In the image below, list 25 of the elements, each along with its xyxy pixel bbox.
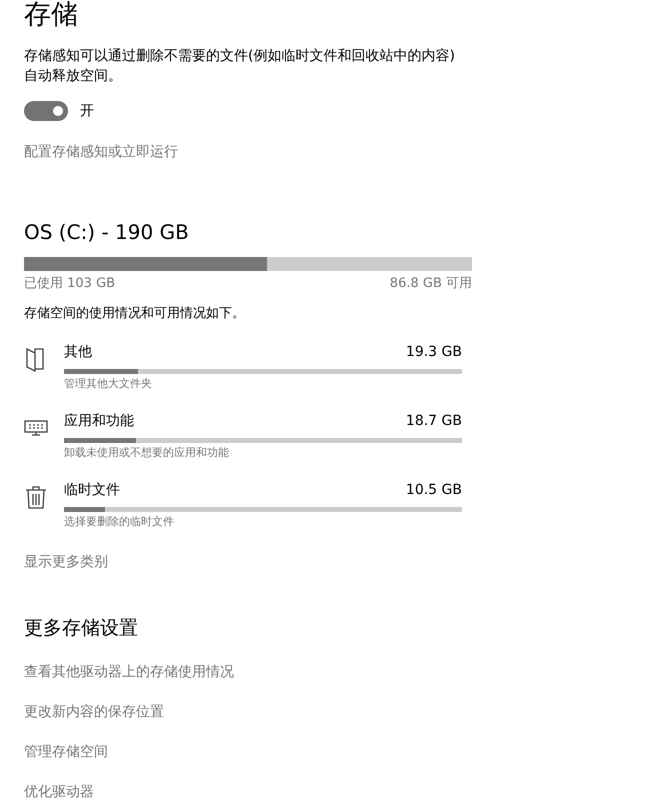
category-hint: 选择要删除的临时文件 <box>64 514 175 529</box>
category-name[interactable]: 其他 <box>64 342 92 362</box>
toggle-switch[interactable] <box>24 101 68 121</box>
used-label: 已使用 103 GB <box>24 275 116 292</box>
description-text: 存储感知可以通过删除不需要的文件(例如临时文件和回收站中的内容)自动释放空间。 <box>24 47 456 86</box>
free-label: 86.8 GB 可用 <box>390 275 472 292</box>
settings-link[interactable]: 优化驱动器 <box>24 783 94 801</box>
category-hint: 管理其他大文件夹 <box>64 376 153 391</box>
show-more-link[interactable]: 显示更多类别 <box>24 553 108 571</box>
trash-icon <box>24 484 48 510</box>
description-text: 存储空间的使用情况和可用情况如下。 <box>24 305 246 322</box>
category-size: 10.5 GB <box>406 481 462 500</box>
category-name[interactable]: 应用和功能 <box>64 411 134 431</box>
category-size: 18.7 GB <box>406 412 462 431</box>
settings-link[interactable]: 更改新内容的保存位置 <box>24 703 164 721</box>
toggle-label: 开 <box>80 102 94 120</box>
section-heading: 更多存储设置 <box>24 616 139 641</box>
settings-link[interactable]: 查看其他驱动器上的存储使用情况 <box>24 663 234 681</box>
drive-heading: OS (C:) - 190 GB <box>24 219 190 245</box>
settings-link[interactable]: 管理存储空间 <box>24 743 108 761</box>
category-size: 19.3 GB <box>406 343 462 362</box>
category-hint: 卸载未使用或不想要的应用和功能 <box>64 445 230 460</box>
category-name[interactable]: 临时文件 <box>64 480 120 500</box>
settings-link[interactable]: 配置存储感知或立即运行 <box>24 143 178 161</box>
page-title: 存储 <box>24 0 79 30</box>
